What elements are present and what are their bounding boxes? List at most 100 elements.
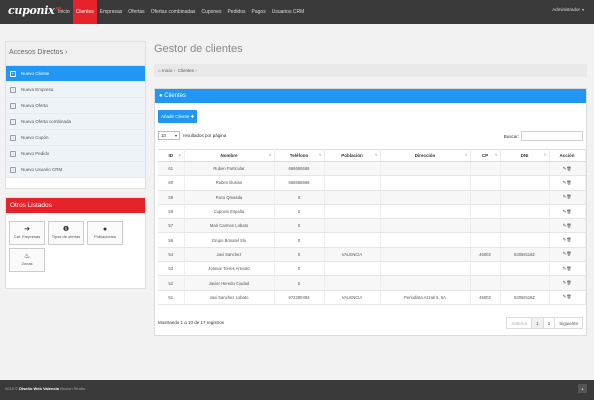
page-length-select[interactable]: 10	[158, 131, 180, 140]
sidebar-item-2[interactable]: ◦ Nueva Oferta	[6, 98, 145, 114]
logo[interactable]: cuponix.es	[8, 4, 61, 17]
search-label: Buscar:	[503, 133, 519, 139]
cell-nombre: Grupo Bonatel Slu	[184, 232, 275, 248]
sidebar-item-5[interactable]: ▫ Nuevo Pedido	[6, 146, 145, 162]
column-header-0[interactable]: ID ▲	[158, 149, 185, 162]
cell-dni	[500, 175, 550, 191]
footer-text: 2015 © Diseño Web Valencia Illusion Stud…	[5, 386, 87, 391]
scroll-top-button[interactable]: ▴	[578, 384, 587, 393]
cell-cp: 46002	[470, 247, 501, 263]
sidebar-item-1[interactable]: ▫ Nueva Empresa	[6, 82, 145, 98]
breadcrumb-home[interactable]: Inicio ›	[162, 68, 175, 73]
trash-icon[interactable]: 🗑	[566, 266, 571, 271]
nav-item-ofertas[interactable]: Ofertas	[125, 0, 147, 24]
sort-icon: ⇅	[464, 153, 468, 157]
footer: 2015 © Diseño Web Valencia Illusion Stud…	[0, 380, 594, 400]
column-header-label: DNI	[520, 153, 529, 158]
sidebar-item-0[interactable]: ▪ Nuevo Cliente	[6, 66, 145, 82]
sort-asc-icon: ▲	[178, 153, 182, 157]
sidebar-item-label: Nuevo Cliente	[21, 70, 50, 76]
nav-item-cupones[interactable]: Cupones	[198, 0, 224, 24]
circle-icon: ●	[159, 93, 163, 99]
trash-icon[interactable]: 🗑	[566, 194, 571, 199]
cell-nombre: Cuponix España	[184, 204, 275, 220]
other-listings-title: Otros Listados	[6, 198, 145, 213]
cell-id: 51	[158, 290, 185, 305]
pagination-next[interactable]: Siguiente	[554, 317, 583, 329]
cell-id: 52	[158, 275, 185, 291]
page-length-control: 10 resultados por página	[158, 131, 226, 140]
trash-icon[interactable]: 🗑	[566, 223, 571, 228]
trash-icon[interactable]: 🗑	[566, 294, 571, 299]
trash-icon[interactable]: 🗑	[566, 280, 571, 285]
cell-telefono: 666666666	[274, 161, 325, 177]
cell-cp	[470, 204, 501, 220]
user-menu[interactable]: Administrador ▾	[552, 7, 584, 12]
sidebar-item-3[interactable]: ◦ Nueva Oferta combinada	[6, 114, 145, 130]
table-row: 54 Javi Sanchez 0 VALENCIA 46002 53058116Z ✎🗑	[158, 247, 586, 263]
trash-icon[interactable]: 🗑	[566, 166, 571, 171]
cell-poblacion: VALENCIA	[324, 247, 381, 263]
cell-cp	[470, 175, 501, 191]
tile-label: Tipos de ofertas	[51, 234, 81, 239]
column-header-label: Población	[341, 153, 363, 158]
nav-item-empresas[interactable]: Empresas	[97, 0, 126, 24]
cell-cp	[470, 232, 501, 248]
cell-direccion	[380, 261, 471, 277]
row-actions: ✎🗑	[549, 247, 586, 263]
cell-cp	[470, 275, 501, 291]
cell-dni	[500, 190, 550, 205]
sidebar-item-label: Nuevo Cupón	[21, 134, 49, 140]
cell-dni	[500, 275, 550, 291]
cell-dni	[500, 261, 550, 277]
cell-nombre: Javier Heredo Ciudad	[184, 275, 275, 291]
cell-dni	[500, 232, 550, 248]
nav-item-usuarios-crm[interactable]: Usuarios CRM	[269, 0, 308, 24]
trash-icon[interactable]: 🗑	[566, 180, 571, 185]
tile-0[interactable]: ➔ Cat. Empresas	[9, 221, 45, 245]
column-header-7[interactable]: Acción	[549, 149, 586, 162]
search-input[interactable]	[521, 131, 583, 141]
nav-item-pedidos[interactable]: Pedidos	[224, 0, 248, 24]
tile-2[interactable]: ● Poblaciones	[87, 221, 123, 245]
sidebar-item-4[interactable]: ▫ Nuevo Cupón	[6, 130, 145, 146]
nav-item-inicio[interactable]: Inicio	[55, 0, 73, 24]
add-client-button[interactable]: Añadir Cliente ✚	[158, 110, 198, 123]
footer-brand-link[interactable]: Diseño Web Valencia	[19, 386, 59, 391]
pagination-previous[interactable]: Anterior	[506, 317, 533, 329]
sort-icon: ⇅	[374, 153, 378, 157]
fire-icon: ♨	[23, 253, 31, 260]
nav-item-ofertas-combinadas[interactable]: Ofertas combinadas	[148, 0, 199, 24]
main-nav: Inicio Clientes Empresas Ofertas Ofertas com…	[55, 0, 307, 24]
column-header-6[interactable]: DNI ⇅	[500, 149, 550, 162]
cell-direccion	[380, 247, 471, 263]
column-header-1[interactable]: Nombre ⇅	[184, 149, 275, 162]
nav-item-clientes[interactable]: Clientes	[72, 0, 97, 24]
table-row: 56 Grupo Bonatel Slu 0 ✎🗑	[158, 232, 586, 248]
tile-label: Cat. Empresas	[13, 234, 41, 239]
column-header-3[interactable]: Población ⇅	[324, 149, 381, 162]
breadcrumb: ⌂ Inicio › Clientes ›	[154, 64, 587, 77]
column-header-4[interactable]: Dirección ⇅	[380, 149, 471, 162]
nav-item-pagos[interactable]: Pagos	[249, 0, 269, 24]
column-header-label: Acción	[559, 153, 575, 158]
breadcrumb-clientes[interactable]: Clientes ›	[178, 68, 197, 73]
sidebar-item-6[interactable]: ▫ Nuevo Usuario CRM	[6, 162, 145, 178]
trash-icon[interactable]: 🗑	[566, 209, 571, 214]
cell-nombre: Jotovar Torres Arevalo	[184, 261, 275, 277]
tile-1[interactable]: ❶ Tipos de ofertas	[48, 221, 84, 245]
sidebar-item-label: Nuevo Usuario CRM	[21, 166, 63, 172]
trash-icon[interactable]: 🗑	[566, 237, 571, 242]
cell-dni	[500, 204, 550, 220]
sidebar-item-label: Nueva Empresa	[21, 86, 54, 92]
trash-icon[interactable]: 🗑	[566, 251, 571, 256]
column-header-2[interactable]: Teléfono ⇅	[274, 149, 325, 162]
tile-3[interactable]: ♨ Zonas	[9, 248, 45, 272]
add-client-label: Añadir Cliente	[161, 114, 190, 119]
row-actions: ✎🗑	[549, 275, 586, 291]
cell-telefono: 0	[274, 247, 325, 263]
cell-cp	[470, 190, 501, 205]
row-actions: ✎🗑	[549, 290, 586, 305]
column-header-5[interactable]: CP ⇅	[470, 149, 501, 162]
cell-direccion: Periodista Azzati 5, 5A	[380, 290, 471, 305]
